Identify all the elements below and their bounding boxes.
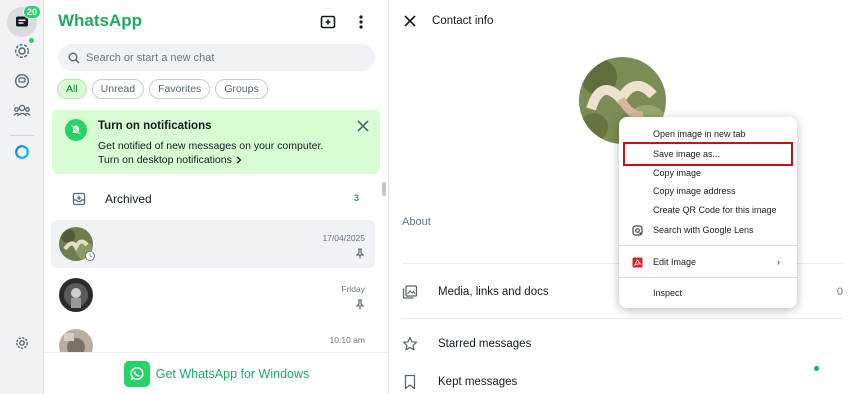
whatsapp-logo-icon — [123, 360, 150, 387]
highlight-box — [623, 142, 793, 166]
chat-time: Friday — [341, 284, 365, 294]
filter-all[interactable]: All — [57, 79, 87, 99]
get-windows-app-label: Get WhatsApp for Windows — [155, 366, 310, 381]
settings-icon — [16, 337, 28, 349]
channels-icon — [14, 73, 30, 89]
online-indicator-dot — [814, 366, 819, 371]
new-chat-button[interactable] — [317, 11, 339, 33]
archived-count: 3 — [353, 193, 359, 203]
chat-row[interactable]: Friday — [51, 271, 375, 319]
enable-notifications-label: Turn on desktop notifications — [98, 154, 232, 166]
chat-list-panel: WhatsApp All Unread Favorites Groups Tur… — [44, 0, 389, 394]
kept-messages-row[interactable]: Kept messages — [402, 370, 517, 394]
search-bar[interactable] — [58, 44, 375, 71]
communities-icon — [13, 104, 31, 117]
menu-copy-image-address[interactable]: Copy image address — [619, 182, 797, 200]
media-count: 0 — [836, 286, 843, 298]
status-icon — [85, 251, 95, 261]
close-icon[interactable] — [356, 119, 370, 133]
new-chat-icon — [320, 15, 335, 28]
media-links-docs-row[interactable]: Media, links and docs — [402, 280, 549, 304]
menu-edit-image[interactable]: Edit Image › — [619, 253, 797, 271]
scrollbar[interactable] — [382, 182, 386, 196]
archive-icon — [72, 192, 86, 206]
menu-separator — [619, 245, 797, 246]
meta-ai-nav-button[interactable] — [7, 137, 37, 167]
google-lens-icon — [632, 224, 643, 236]
filter-favorites[interactable]: Favorites — [149, 79, 211, 99]
get-windows-app-button[interactable]: Get WhatsApp for Windows — [44, 352, 388, 394]
chat-time: 10:10 am — [329, 335, 365, 345]
pin-icon — [355, 299, 365, 310]
meta-ai-icon — [15, 145, 29, 159]
chat-row[interactable]: 17/04/2025 — [51, 220, 375, 268]
bell-off-icon — [65, 119, 87, 141]
chat-time: 17/04/2025 — [322, 233, 365, 243]
search-input[interactable] — [86, 51, 366, 64]
app-title: WhatsApp — [58, 11, 143, 30]
context-menu: Open image in new tab Save image as... C… — [619, 117, 797, 308]
channels-nav-button[interactable] — [7, 66, 37, 96]
menu-create-qr-code[interactable]: Create QR Code for this image — [619, 201, 797, 219]
unread-badge: 20 — [23, 5, 42, 19]
search-icon — [68, 52, 80, 63]
enable-notifications-link[interactable]: Turn on desktop notifications — [98, 154, 242, 166]
status-icon — [14, 43, 30, 59]
about-label: About — [402, 216, 431, 228]
communities-nav-button[interactable] — [7, 96, 37, 126]
archived-label: Archived — [105, 192, 152, 206]
notification-banner: Turn on notifications Get notified of ne… — [52, 110, 380, 174]
notification-body: Get notified of new messages on your com… — [98, 140, 324, 152]
notification-title: Turn on notifications — [98, 120, 212, 132]
nav-rail: 20 — [0, 0, 44, 394]
starred-messages-row[interactable]: Starred messages — [402, 332, 531, 356]
menu-google-lens-label: Search with Google Lens — [653, 225, 754, 235]
pin-icon — [355, 248, 365, 259]
media-gallery-icon — [402, 285, 418, 299]
filter-chips: All Unread Favorites Groups — [57, 79, 268, 99]
close-icon[interactable] — [403, 14, 417, 28]
star-icon — [402, 336, 418, 351]
starred-messages-label: Starred messages — [438, 338, 532, 350]
bookmark-icon — [404, 374, 416, 390]
pdf-icon — [632, 257, 643, 268]
rail-divider — [10, 135, 34, 136]
settings-nav-button[interactable] — [7, 328, 37, 358]
panel-title: Contact info — [432, 15, 494, 27]
menu-open-image-new-tab[interactable]: Open image in new tab — [619, 125, 797, 143]
menu-inspect[interactable]: Inspect — [619, 284, 797, 302]
menu-copy-image[interactable]: Copy image — [619, 164, 797, 182]
filter-unread[interactable]: Unread — [91, 79, 145, 99]
status-update-dot — [29, 38, 34, 43]
archived-row[interactable]: Archived 3 — [52, 183, 374, 215]
menu-google-lens[interactable]: Search with Google Lens — [619, 221, 797, 239]
menu-edit-image-label: Edit Image — [653, 257, 697, 267]
media-links-docs-label: Media, links and docs — [438, 286, 549, 298]
filter-groups[interactable]: Groups — [215, 79, 268, 99]
menu-button[interactable] — [350, 11, 372, 33]
kept-messages-label: Kept messages — [438, 376, 518, 388]
more-vertical-icon — [359, 15, 363, 29]
submenu-arrow-icon: › — [777, 257, 780, 267]
menu-separator — [619, 277, 797, 278]
avatar — [59, 278, 93, 312]
section-divider — [402, 318, 843, 319]
chevron-right-icon — [236, 156, 242, 164]
